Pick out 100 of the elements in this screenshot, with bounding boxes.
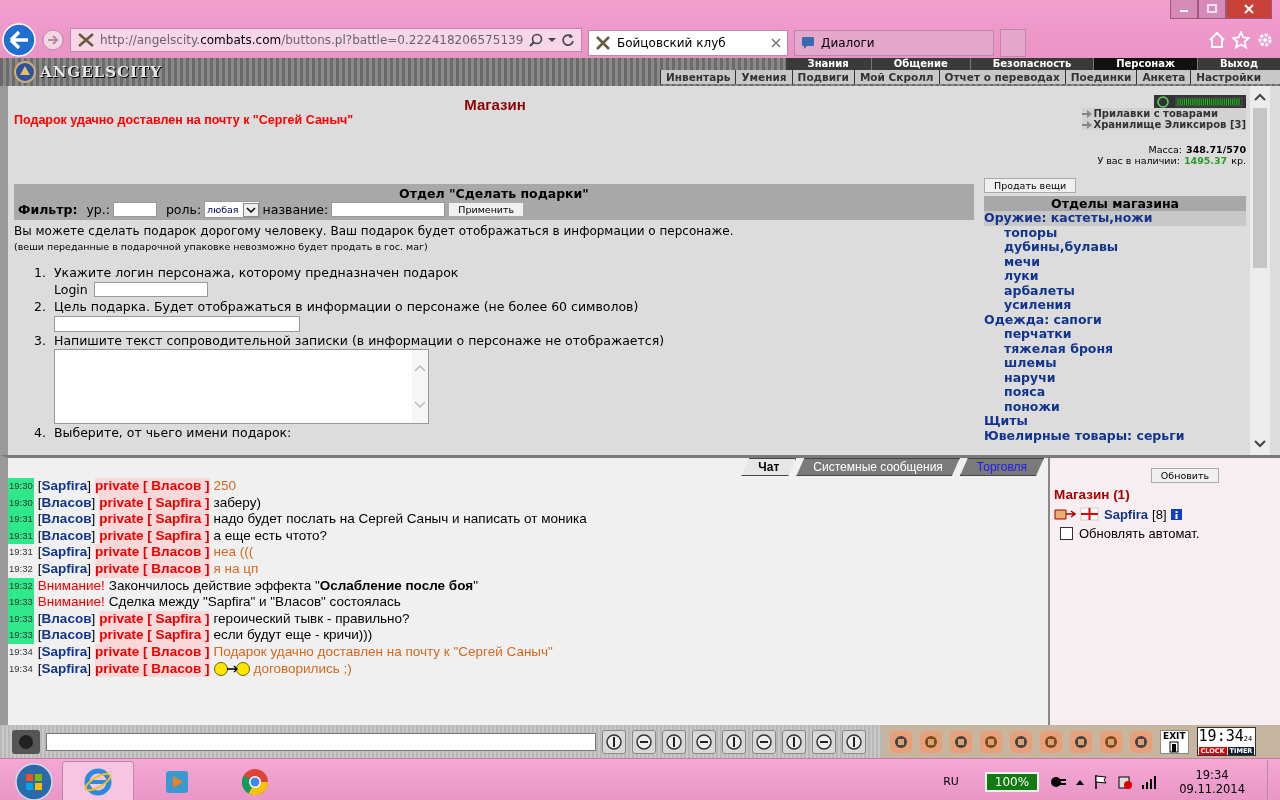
chat-input[interactable] xyxy=(46,732,596,751)
department-link[interactable]: Ювелирные товары: серьги xyxy=(984,428,1246,443)
sender-name[interactable]: [Sapfira] xyxy=(37,544,92,561)
department-link[interactable]: усиления xyxy=(984,298,1246,313)
chrome-icon xyxy=(240,766,270,797)
sender-name[interactable]: [Власов] xyxy=(37,511,96,528)
exit-button[interactable]: EXIT xyxy=(1160,729,1189,754)
menu-link[interactable]: Мой Скролл xyxy=(853,70,939,84)
name-field[interactable] xyxy=(331,202,446,217)
department-link[interactable]: Щиты xyxy=(984,414,1246,429)
checkbox[interactable] xyxy=(1060,527,1073,540)
step-text: Цель подарка. Будет отображаться в информации о персонаже (не более 60 символов) xyxy=(54,298,639,315)
sender-name[interactable]: [Sapfira] xyxy=(37,560,92,578)
login-field[interactable] xyxy=(93,282,208,297)
intro-text: Вы можете сделать подарок дорогому человеку. Ваш подарок будет отображаться в информации о персонаже. xyxy=(14,224,735,238)
head-icon[interactable] xyxy=(12,729,40,754)
room-title: Магазин (1) xyxy=(1054,487,1130,502)
step-number: 4. xyxy=(34,424,47,441)
message-time: 19:32 xyxy=(8,561,34,576)
field-label: Login xyxy=(54,281,88,298)
checkbox-label[interactable]: Обновлять автомат. xyxy=(1079,526,1200,541)
department-link[interactable]: мечи xyxy=(984,254,1246,269)
refresh-button[interactable]: Обновить xyxy=(1150,468,1220,483)
sender-name[interactable]: [Sapfira] xyxy=(37,660,92,678)
chat-tab[interactable]: Системные сообщения xyxy=(796,458,960,476)
menu-link[interactable]: Поединки xyxy=(1064,70,1137,84)
user-name[interactable]: Sapfira xyxy=(1104,506,1149,522)
menu-item[interactable]: Персонаж xyxy=(1093,58,1197,70)
message-time: 19:32 xyxy=(8,577,34,595)
signal-icon[interactable] xyxy=(1141,773,1158,790)
menu-link[interactable]: Отчет о переводах xyxy=(938,70,1065,84)
search-icon[interactable] xyxy=(529,33,543,47)
browser-tab[interactable]: Диалоги xyxy=(794,30,994,56)
close-button[interactable] xyxy=(1226,0,1272,19)
department-link[interactable]: топоры xyxy=(984,225,1246,240)
department-link[interactable]: Одежда: сапоги xyxy=(984,312,1246,327)
address-field[interactable]: http://angelscity.combats.com/buttons.pl?battle=0.222418206575139 xyxy=(70,28,582,52)
menu-link[interactable]: Анкета xyxy=(1136,70,1191,84)
department-link[interactable]: Оружие: кастеты,ножи xyxy=(984,211,1246,226)
chevron-up-icon[interactable] xyxy=(1253,92,1267,102)
message-text: Сделка между "Sapfira" и "Власов" состоялась xyxy=(108,594,401,611)
refresh-icon[interactable] xyxy=(561,33,575,47)
department-link[interactable]: дубины,булавы xyxy=(984,240,1246,255)
taskbar-time[interactable]: 19:34 xyxy=(1195,767,1229,782)
field-label: название: xyxy=(262,202,329,217)
money-value: 1495.37 xyxy=(1183,155,1228,166)
warning-label: Внимание! xyxy=(37,577,105,595)
shop-link[interactable]: Хранилище Эликсиров [3] xyxy=(1082,119,1246,130)
menu-link[interactable]: Инвентарь xyxy=(660,70,736,84)
section-title: Отдел "Сделать подарки" xyxy=(398,186,590,201)
letter-icon[interactable] xyxy=(1054,506,1076,522)
menu-link[interactable]: Настройки xyxy=(1190,70,1266,84)
start-button[interactable] xyxy=(14,761,54,800)
chat-tab[interactable]: Чат xyxy=(741,458,797,476)
maximize-button[interactable] xyxy=(1198,0,1226,19)
sender-name[interactable]: [Власов] xyxy=(37,494,96,512)
purpose-field[interactable] xyxy=(54,315,300,332)
info-icon[interactable] xyxy=(1170,508,1182,520)
logo[interactable]: ANGELSCITY xyxy=(0,58,214,86)
warning-label: Внимание! xyxy=(37,594,105,611)
department-link[interactable]: тяжелая броня xyxy=(984,341,1246,356)
menu-link[interactable]: Умения xyxy=(735,70,792,84)
department-link[interactable]: поножи xyxy=(984,399,1246,414)
sell-button[interactable]: Продать вещи xyxy=(984,178,1077,193)
taskbar-date[interactable]: 09.11.2014 xyxy=(1179,781,1245,796)
department-link[interactable]: наручи xyxy=(984,370,1246,385)
battery-indicator[interactable]: 100% xyxy=(984,771,1040,792)
back-button[interactable] xyxy=(2,23,36,57)
department-link[interactable]: шлемы xyxy=(984,356,1246,371)
scrollbar[interactable] xyxy=(1250,86,1270,455)
sender-name[interactable]: [Sapfira] xyxy=(37,478,92,495)
step-text: Выберите, от чьего имени подарок: xyxy=(54,424,292,441)
minimize-button[interactable] xyxy=(1170,0,1198,19)
caret-icon[interactable] xyxy=(548,37,556,43)
shop-link[interactable]: Прилавки с товарами xyxy=(1082,108,1246,119)
step-text: Укажите логин персонажа, которому предназначен подарок xyxy=(54,264,459,281)
message-text: заберу) xyxy=(213,494,261,512)
chevron-down-icon[interactable] xyxy=(1253,439,1267,449)
sender-name[interactable]: [Власов] xyxy=(37,627,96,644)
swords-icon xyxy=(595,35,611,51)
browser-tab[interactable]: Бойцовский клуб xyxy=(588,30,788,56)
menu-link[interactable]: Подвиги xyxy=(791,70,854,84)
language-indicator[interactable]: RU xyxy=(943,775,959,788)
emblem-icon xyxy=(14,61,36,83)
step-number: 1. xyxy=(34,264,47,281)
sender-name[interactable]: [Власов] xyxy=(37,527,96,545)
door-icon xyxy=(1168,740,1181,753)
department-link[interactable]: пояса xyxy=(984,385,1246,400)
star-icon[interactable] xyxy=(1232,31,1250,49)
network-icon[interactable] xyxy=(1117,773,1134,790)
department-link[interactable]: перчатки xyxy=(984,327,1246,342)
department-link[interactable]: арбалеты xyxy=(984,283,1246,298)
apply-button[interactable]: Применить xyxy=(448,202,525,217)
close-icon[interactable] xyxy=(771,38,781,48)
sender-name[interactable]: [Власов] xyxy=(37,610,96,628)
level-field[interactable] xyxy=(112,202,157,217)
sender-name[interactable]: [Sapfira] xyxy=(37,643,92,661)
note-text: (веши переданные в подарочной упаковке невозможно будет продать в гос. маг) xyxy=(14,241,429,252)
role-dropdown[interactable]: любая xyxy=(204,201,260,218)
department-link[interactable]: луки xyxy=(984,269,1246,284)
